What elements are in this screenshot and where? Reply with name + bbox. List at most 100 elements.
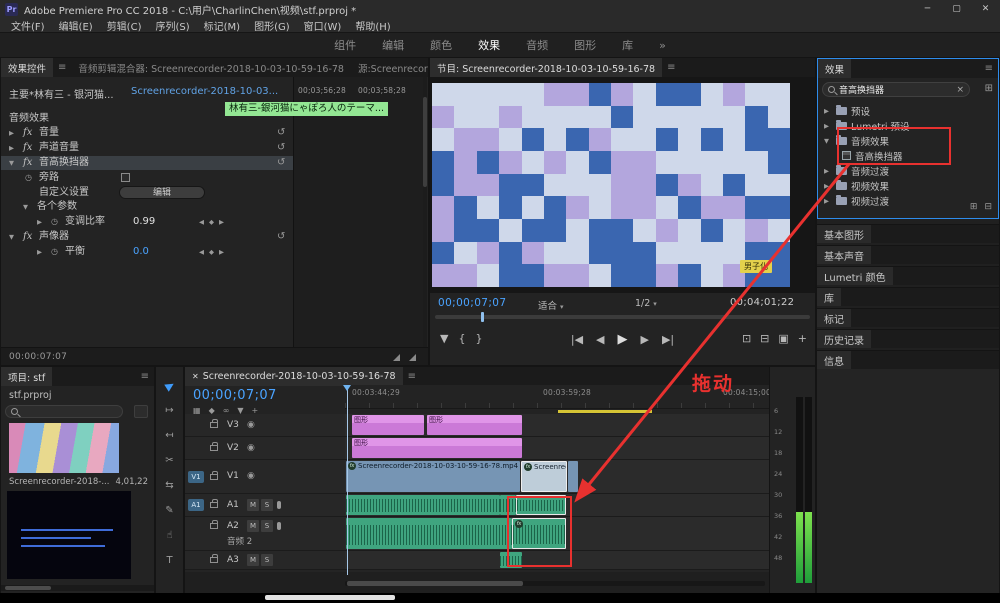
reset-icon[interactable]: ↺ [277,230,285,244]
kf-prev-icon[interactable]: ◀ [199,215,204,229]
track-select-forward-tool[interactable]: ↦ [156,400,183,420]
program-scrubber[interactable] [435,315,810,319]
reset-icon[interactable]: ↺ [277,156,285,170]
audio-clip[interactable] [346,495,500,515]
effect-row-panner[interactable]: ▼ fx 声像器 ↺ [1,230,293,244]
minimize-button[interactable]: ─ [913,0,942,18]
menu-sequence[interactable]: 序列(S) [148,18,196,33]
tree-item-pitch-shifter[interactable]: 音高换挡器 [818,148,996,163]
tab-sequence[interactable]: ✕ Screenrecorder-2018-10-03-10-59-16-78 [185,367,403,386]
bypass-checkbox[interactable] [121,173,130,182]
reset-icon[interactable]: ↺ [277,141,285,155]
tab-history[interactable]: 历史记录 [817,330,871,348]
kf-prev-icon[interactable]: ◀ [199,245,204,259]
hand-tool[interactable]: ☝ [156,525,183,545]
zoom-level-dropdown[interactable]: 适合▾ [538,298,564,312]
zoom-in-icon[interactable] [409,354,416,361]
tab-source-monitor[interactable]: 源:Screenrecorde [351,58,428,77]
razor-tool[interactable]: ✂ [156,450,183,470]
chevron-down-icon[interactable]: ▼ [23,200,28,214]
lock-icon[interactable] [210,523,218,529]
menu-help[interactable]: 帮助(H) [348,18,397,33]
step-forward-button[interactable]: ▶ [641,333,649,346]
step-back-button[interactable]: ◀ [596,333,604,346]
menu-clip[interactable]: 剪辑(C) [100,18,149,33]
audio-clip-selected[interactable] [516,495,566,515]
menu-window[interactable]: 窗口(W) [297,18,349,33]
voiceover-mic-icon[interactable] [277,522,281,530]
workspace-tab-graphics[interactable]: 图形 [574,37,596,53]
go-to-in-button[interactable]: |◀ [571,333,583,346]
track-name[interactable]: V2 [227,442,239,455]
track-output-icon[interactable]: ◉ [247,442,255,455]
track-name[interactable]: A1 [227,499,239,512]
video-clip[interactable] [568,461,578,492]
project-search-input[interactable] [5,405,123,418]
export-frame-button[interactable]: ▣ [778,332,788,345]
workspace-tab-editing[interactable]: 编辑 [382,37,404,53]
track-output-icon[interactable]: ◉ [247,470,255,483]
new-bin-icon[interactable]: ⊞ [970,202,978,212]
chevron-right-icon[interactable]: ▶ [824,167,832,175]
video-clip-selected[interactable]: fx Screenrecorder-2018-10-03-10-59-16-78 [521,461,567,492]
lock-icon[interactable] [210,502,218,508]
chevron-down-icon[interactable]: ▼ [9,156,14,170]
close-button[interactable]: ✕ [971,0,1000,18]
kf-next-icon[interactable]: ▶ [219,245,224,259]
track-output-icon[interactable]: ◉ [247,419,255,432]
chevron-right-icon[interactable]: ▶ [824,107,832,115]
effect-row-channel-volume[interactable]: ▶ fx 声道音量 ↺ [1,141,293,155]
close-icon[interactable]: ✕ [192,372,199,381]
selection-tool[interactable]: ▶ [156,369,183,400]
chevron-right-icon[interactable]: ▶ [37,245,42,259]
lock-icon[interactable] [210,557,218,563]
graphics-clip[interactable]: 图形 [427,415,522,435]
tab-libraries[interactable]: 库 [817,288,841,306]
edit-button[interactable]: 编辑 [119,186,205,199]
solo-button[interactable]: S [261,499,273,511]
tab-program[interactable]: 节目: Screenrecorder-2018-10-03-10-59-16-7… [430,58,662,77]
solo-button[interactable]: S [261,554,273,566]
menu-graphics[interactable]: 图形(G) [247,18,297,33]
mark-in-button[interactable]: { [458,332,465,345]
menu-edit[interactable]: 编辑(E) [52,18,100,33]
button-editor-plus[interactable]: + [798,332,807,345]
source-patch-badge[interactable]: A1 [188,499,204,511]
audio-clip[interactable] [346,518,512,549]
clip-thumbnail[interactable] [7,491,131,579]
effect-row-pitch-shifter[interactable]: ▼ fx 音高换挡器 ↺ [1,156,293,170]
effect-controls-mini-timeline[interactable]: 00;03;56;28 00;03;58;28 [293,77,427,347]
workspace-tab-libraries[interactable]: 库 [622,37,633,53]
param-group-individual[interactable]: ▼ 各个参数 [1,200,293,214]
panel-menu-icon[interactable]: ≡ [53,58,71,77]
menu-markers[interactable]: 标记(M) [197,18,247,33]
panel-menu-icon[interactable]: ≡ [136,367,154,386]
track-name[interactable]: V1 [227,470,239,483]
play-button[interactable]: ▶ [618,332,628,347]
tree-item-video-effects[interactable]: ▶ 视频效果 [818,178,996,193]
tree-item-lumetri-presets[interactable]: ▶ Lumetri 预设 [818,118,996,133]
chevron-right-icon[interactable]: ▶ [9,126,14,140]
scrollbar[interactable] [423,77,427,347]
track-name[interactable]: A2 [227,520,239,533]
mute-button[interactable]: M [247,554,259,566]
tab-effect-controls[interactable]: 效果控件 [1,58,53,77]
clip-name-link[interactable]: Screenrecorder-2018-10-03... [131,86,278,97]
tab-effects[interactable]: 效果 [818,59,851,78]
zoom-out-icon[interactable] [393,354,400,361]
menu-file[interactable]: 文件(F) [4,18,52,33]
transpose-value[interactable]: 0.99 [133,215,155,229]
type-tool[interactable]: T [156,550,183,570]
new-custom-bin-icon[interactable]: ⊞ [985,83,993,94]
search-clear-icon[interactable]: × [956,85,964,95]
stopwatch-icon[interactable]: ◷ [51,215,58,229]
tab-essential-graphics[interactable]: 基本图形 [817,225,871,243]
horizontal-scrollbar[interactable] [265,595,395,600]
chevron-right-icon[interactable]: ▶ [9,141,14,155]
voiceover-mic-icon[interactable] [277,501,281,509]
kf-add-icon[interactable]: ◆ [209,245,214,259]
project-file-name[interactable]: stf.prproj [9,390,51,401]
extract-button[interactable]: ⊟ [760,332,769,345]
audio-clip[interactable] [500,495,516,515]
panel-menu-icon[interactable]: ≡ [980,59,998,78]
